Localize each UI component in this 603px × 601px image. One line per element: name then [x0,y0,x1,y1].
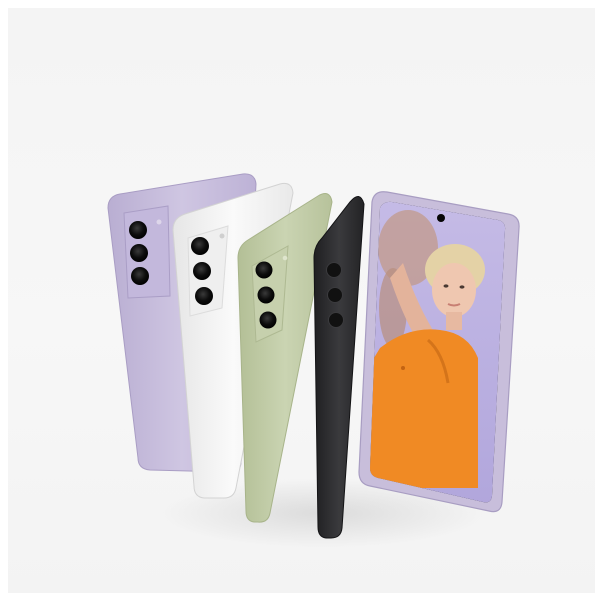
phones-illustration [107,173,520,539]
camera-lens-icon [129,221,147,239]
front-camera-icon [437,214,445,222]
camera-lens-icon [259,311,277,329]
camera-lens-icon [326,262,342,278]
camera-lens-icon [131,267,149,285]
product-photo-frame [8,8,595,593]
phone-screen [370,201,506,503]
camera-lens-icon [255,261,273,279]
camera-lens-icon [328,312,344,328]
camera-lens-icon [257,286,275,304]
camera-lens-icon [195,287,213,305]
camera-lens-icon [130,244,148,262]
phone-graphite-back [313,196,365,539]
camera-lens-icon [327,287,343,303]
camera-lens-icon [193,262,211,280]
phone-lavender-front [358,191,520,513]
camera-lens-icon [191,237,209,255]
